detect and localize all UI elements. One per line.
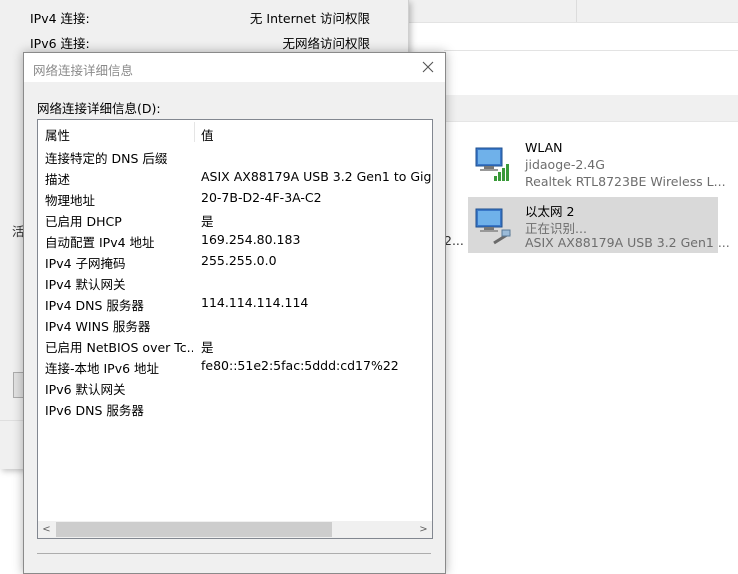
property-cell: 连接-本地 IPv6 地址 — [45, 361, 160, 376]
value-cell: 255.255.0.0 — [201, 253, 277, 268]
ipv6-value: 无网络访问权限 — [282, 36, 370, 51]
value-cell: 169.254.80.183 — [201, 232, 301, 247]
network-subtitle: jidaoge-2.4G — [525, 157, 605, 172]
close-icon[interactable] — [417, 57, 439, 77]
ipv4-value: 无 Internet 访问权限 — [249, 11, 370, 26]
scroll-right-arrow-icon[interactable]: > — [415, 521, 432, 538]
wifi-network-icon — [475, 147, 509, 181]
property-cell: IPv6 DNS 服务器 — [45, 403, 144, 418]
column-header-property[interactable]: 属性 — [45, 125, 70, 144]
dialog-titlebar[interactable]: 网络连接详细信息 — [24, 53, 445, 82]
table-row[interactable]: 已启用 DHCP 是 — [38, 209, 432, 230]
property-cell: 自动配置 IPv4 地址 — [45, 235, 155, 250]
property-cell: IPv4 DNS 服务器 — [45, 298, 144, 313]
value-cell: ASIX AX88179A USB 3.2 Gen1 to Gigabi — [201, 169, 431, 184]
horizontal-scrollbar[interactable]: < > — [38, 521, 432, 538]
scroll-left-arrow-icon[interactable]: < — [38, 521, 55, 538]
table-row[interactable]: 物理地址 20-7B-D2-4F-3A-C2 — [38, 188, 432, 209]
network-connection-details-dialog: 网络连接详细信息 网络连接详细信息(D): 属性 值 连接特定的 DNS 后缀描… — [23, 52, 446, 574]
value-cell: 114.114.114.114 — [201, 295, 309, 310]
value-cell: 是 — [201, 214, 214, 229]
ethernet-network-icon — [475, 208, 511, 245]
value-cell: 20-7B-D2-4F-3A-C2 — [201, 190, 322, 205]
property-cell: 描述 — [45, 172, 71, 187]
network-item-wlan[interactable]: WLAN jidaoge-2.4G Realtek RTL8723BE Wire… — [468, 136, 726, 192]
column-header-value[interactable]: 值 — [201, 125, 214, 144]
column-header-band — [444, 95, 738, 122]
table-row[interactable]: 自动配置 IPv4 地址 169.254.80.183 — [38, 230, 432, 251]
dialog-title: 网络连接详细信息 — [33, 63, 134, 78]
table-row[interactable]: IPv4 WINS 服务器 — [38, 314, 432, 335]
table-row[interactable]: IPv6 默认网关 — [38, 377, 432, 398]
network-device: ASIX AX88179A USB 3.2 Gen1 ... — [525, 235, 730, 250]
property-cell: IPv6 默认网关 — [45, 382, 126, 397]
ipv4-label: IPv4 连接: — [30, 11, 90, 26]
table-row[interactable]: IPv6 DNS 服务器 — [38, 398, 432, 419]
property-cell: IPv4 子网掩码 — [45, 256, 126, 271]
table-row[interactable]: IPv4 DNS 服务器 114.114.114.114 — [38, 293, 432, 314]
table-row[interactable]: 已启用 NetBIOS over Tc... 是 — [38, 335, 432, 356]
toolbar-strip — [408, 0, 738, 23]
table-row[interactable]: 描述 ASIX AX88179A USB 3.2 Gen1 to Gigabi — [38, 167, 432, 188]
scrollbar-thumb[interactable] — [56, 522, 332, 537]
network-device: Realtek RTL8723BE Wireless L... — [525, 174, 726, 189]
details-listview[interactable]: 属性 值 连接特定的 DNS 后缀 描述 ASIX AX88179A USB 3.2… — [37, 119, 433, 539]
property-cell: 已启用 NetBIOS over Tc... — [45, 340, 193, 355]
table-row[interactable]: IPv4 子网掩码 255.255.0.0 — [38, 251, 432, 272]
value-cell: fe80::51e2:5fac:5ddd:cd17%22 — [201, 358, 399, 373]
network-name: WLAN — [525, 140, 563, 155]
property-cell: 连接特定的 DNS 后缀 — [45, 151, 168, 166]
table-row[interactable]: 连接特定的 DNS 后缀 — [38, 146, 432, 167]
network-item-ethernet-2[interactable]: 以太网 2 正在识别... ASIX AX88179A USB 3.2 Gen1… — [468, 197, 730, 253]
property-cell: IPv4 默认网关 — [45, 277, 126, 292]
property-cell: 已启用 DHCP — [45, 214, 122, 229]
details-list-label: 网络连接详细信息(D): — [37, 101, 161, 116]
truncated-fragment: 2... — [444, 233, 464, 248]
listview-header: 属性 值 — [38, 120, 432, 144]
value-cell: 是 — [201, 340, 214, 355]
ipv6-label: IPv6 连接: — [30, 36, 90, 51]
table-row[interactable]: IPv4 默认网关 — [38, 272, 432, 293]
table-row[interactable]: 连接-本地 IPv6 地址 fe80::51e2:5fac:5ddd:cd17%2… — [38, 356, 432, 377]
property-cell: 物理地址 — [45, 193, 96, 208]
column-divider[interactable] — [194, 122, 195, 142]
property-cell: IPv4 WINS 服务器 — [45, 319, 151, 334]
